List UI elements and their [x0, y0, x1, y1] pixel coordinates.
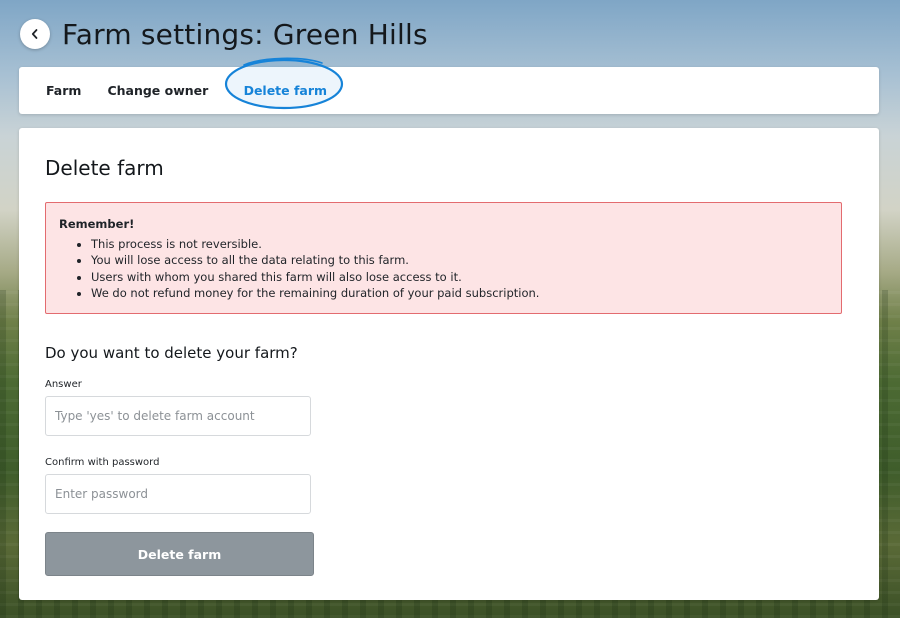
back-button[interactable]: [20, 19, 50, 49]
section-heading: Delete farm: [45, 156, 164, 180]
tab-farm[interactable]: Farm: [33, 83, 94, 98]
answer-input[interactable]: [45, 396, 311, 436]
warning-alert: Remember! This process is not reversible…: [45, 202, 842, 314]
password-label: Confirm with password: [45, 457, 160, 468]
alert-item: You will lose access to all the data rel…: [91, 252, 539, 268]
tab-change-owner[interactable]: Change owner: [94, 83, 221, 98]
delete-farm-button[interactable]: Delete farm: [45, 532, 314, 576]
tab-bar: Farm Change owner Delete farm: [19, 57, 879, 114]
alert-title: Remember!: [59, 217, 135, 231]
page-header: Farm settings: Green Hills: [20, 17, 428, 51]
chevron-left-icon: [31, 29, 38, 39]
alert-list: This process is not reversible. You will…: [77, 236, 539, 301]
tab-delete-farm-label: Delete farm: [243, 83, 328, 98]
alert-item: Users with whom you shared this farm wil…: [91, 269, 539, 285]
answer-label: Answer: [45, 379, 82, 390]
tab-delete-farm[interactable]: Delete farm: [225, 57, 344, 110]
delete-farm-card: Delete farm Remember! This process is no…: [19, 128, 879, 600]
page-title: Farm settings: Green Hills: [62, 17, 428, 51]
password-input[interactable]: [45, 474, 311, 514]
alert-item: We do not refund money for the remaining…: [91, 285, 539, 301]
delete-question: Do you want to delete your farm?: [45, 344, 298, 362]
alert-item: This process is not reversible.: [91, 236, 539, 252]
